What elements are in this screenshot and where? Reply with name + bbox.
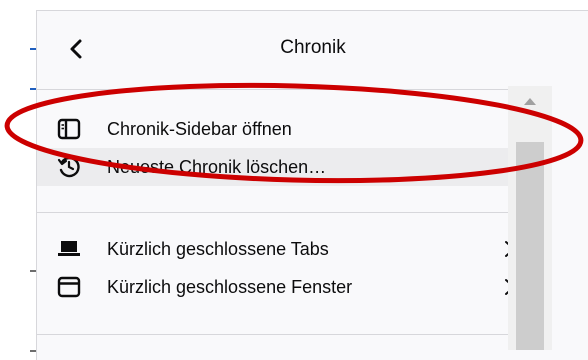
menu-item-open-history-sidebar[interactable]: Chronik-Sidebar öffnen [37, 110, 545, 148]
scrollbar-thumb[interactable] [516, 142, 544, 350]
menu-item-label: Kürzlich geschlossene Fenster [107, 277, 353, 297]
scrollbar[interactable] [508, 86, 552, 350]
menu-item-clear-recent-history[interactable]: Neueste Chronik löschen… [37, 148, 545, 186]
menu-item-recently-closed-windows[interactable]: Kürzlich geschlossene Fenster [37, 268, 545, 306]
separator [37, 334, 545, 335]
scroll-up-arrow-icon[interactable] [508, 86, 552, 114]
panel-header: Chronik [37, 11, 588, 89]
menu-item-label: Chronik-Sidebar öffnen [107, 119, 292, 139]
panel-title: Chronik [280, 37, 346, 58]
history-clear-icon [57, 156, 80, 178]
history-panel: Chronik Chronik-Sidebar öffnen Neueste C… [36, 10, 588, 360]
separator [37, 212, 545, 213]
background-page-strip [0, 0, 37, 360]
separator [37, 89, 545, 90]
sidebar-icon [57, 118, 81, 140]
menu-item-recently-closed-tabs[interactable]: Kürzlich geschlossene Tabs [37, 230, 545, 268]
menu-item-label: Neueste Chronik löschen… [107, 157, 327, 177]
menu-item-label: Kürzlich geschlossene Tabs [107, 239, 329, 259]
tab-icon [58, 241, 80, 256]
window-icon [57, 276, 81, 298]
